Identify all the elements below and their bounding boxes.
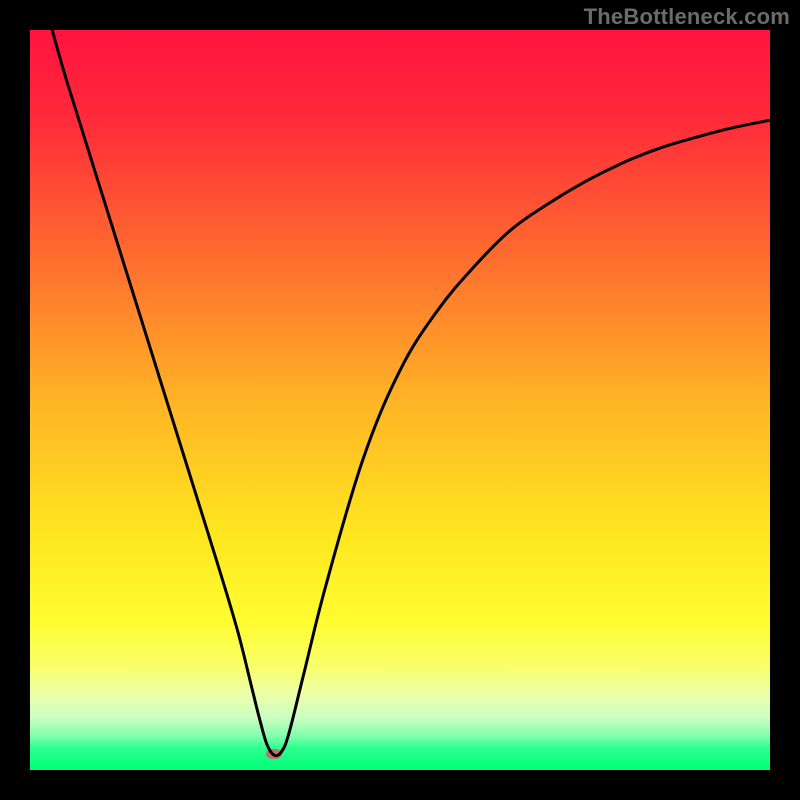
optimum-marker: [266, 749, 282, 759]
outer-frame: TheBottleneck.com: [0, 0, 800, 800]
plot-area: [30, 30, 770, 770]
watermark-text: TheBottleneck.com: [584, 4, 790, 30]
heat-gradient-background: [30, 30, 770, 770]
